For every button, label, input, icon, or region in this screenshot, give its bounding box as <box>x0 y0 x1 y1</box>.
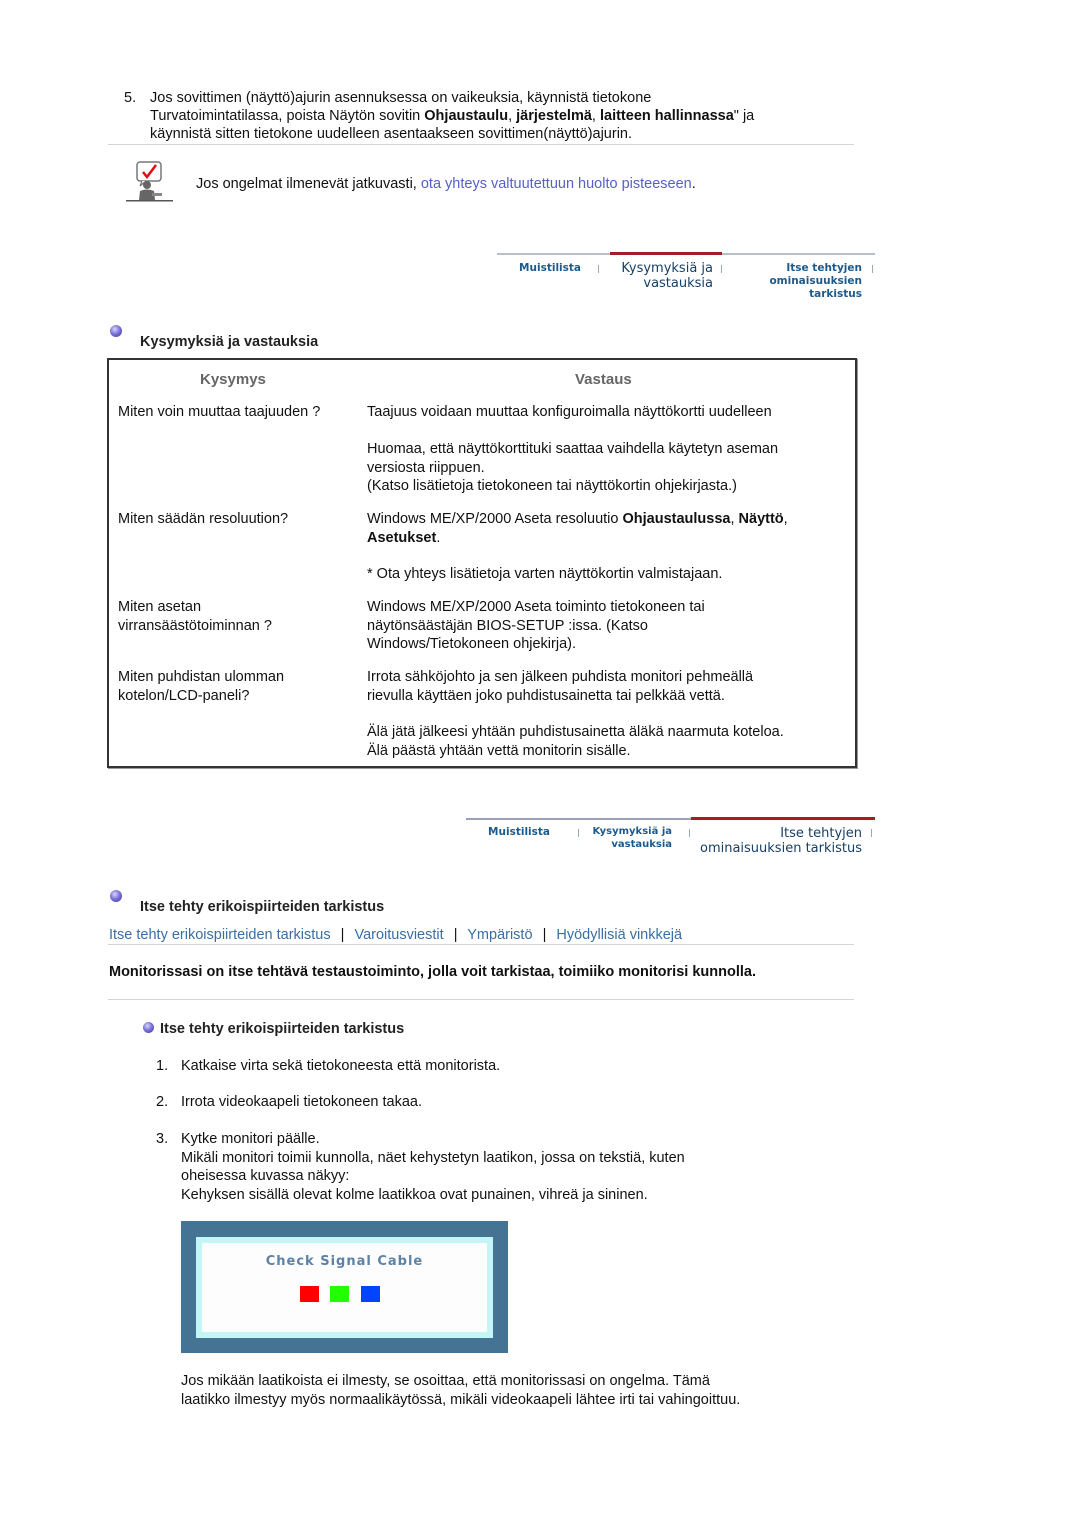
green-square <box>330 1286 349 1302</box>
divider <box>108 944 854 945</box>
step-number: 3. <box>156 1131 169 1147</box>
signal-box-text: Check Signal Cable <box>265 1254 424 1269</box>
section-nav-1: Muistilista Kysymyksiä ja vastauksia Itse… <box>497 252 875 301</box>
answer-cell: Taajuus voidaan muuttaa konfiguroimalla … <box>367 404 772 420</box>
step5-line1: Jos sovittimen (näyttö)ajurin asennukses… <box>150 90 652 106</box>
bullet-icon <box>143 1022 154 1033</box>
service-link[interactable]: ota yhteys valtuutettuun huolto pisteese… <box>421 176 692 192</box>
question-cell: Miten asetan virransäästötoiminnan ? <box>118 599 272 634</box>
checkmark-speech-person-icon <box>126 160 174 202</box>
step5-line2: Turvatoimintatilassa, poista Näytön sovi… <box>150 108 755 124</box>
link-separator: | <box>340 927 345 943</box>
column-header-question: Kysymys <box>200 371 266 388</box>
link-itse-tehty[interactable]: Itse tehty erikoispiirteiden tarkistus <box>109 927 331 943</box>
question-cell: Miten säädän resoluution? <box>118 511 289 527</box>
step-text: Irrota videokaapeli tietokoneen takaa. <box>181 1094 423 1110</box>
question-cell: Miten voin muuttaa taajuuden ? <box>118 404 321 420</box>
link-ymparisto[interactable]: Ympäristö <box>467 927 532 943</box>
tab-separator <box>871 829 872 837</box>
tab-separator <box>872 265 873 273</box>
red-square <box>300 1286 319 1302</box>
divider <box>108 999 854 1000</box>
answer-cell: Huomaa, että näyttökorttituki saattaa va… <box>367 441 779 494</box>
intro-text: Monitorissasi on itse tehtävä testaustoi… <box>109 964 756 980</box>
question-cell: Miten puhdistan ulomman kotelon/LCD-panel… <box>118 669 285 704</box>
subnav-links: Itse tehty erikoispiirteiden tarkistus |… <box>109 926 682 945</box>
bullet-icon <box>110 890 122 902</box>
link-varoitusviestit[interactable]: Varoitusviestit <box>354 927 443 943</box>
answer-cell: Windows ME/XP/2000 Aseta toiminto tietok… <box>367 599 705 652</box>
active-tab-indicator <box>691 817 875 820</box>
tab-itse-tehtyjen[interactable]: Itse tehtyjen ominaisuuksien tarkistus <box>725 262 862 301</box>
tab-itse-tehtyjen[interactable]: Itse tehtyjen ominaisuuksien tarkistus <box>694 826 862 856</box>
tab-separator <box>578 829 579 837</box>
step-number: 1. <box>156 1058 169 1074</box>
answer-cell: * Ota yhteys lisätietoja varten näyttöko… <box>367 566 723 582</box>
divider <box>108 144 854 145</box>
tab-muistilista[interactable]: Muistilista <box>497 262 581 275</box>
column-header-answer: Vastaus <box>575 371 632 388</box>
step-text: Kytke monitori päälle. Mikäli monitori to… <box>181 1131 685 1203</box>
step-text: Katkaise virta sekä tietokoneesta että m… <box>181 1058 501 1074</box>
bullet-icon <box>110 325 122 337</box>
tab-separator <box>598 265 599 273</box>
step-number: 5. <box>124 90 137 106</box>
section-title: Itse tehty erikoispiirteiden tarkistus <box>140 899 385 915</box>
link-hyodyllisia-vinkkeja[interactable]: Hyödyllisiä vinkkejä <box>556 927 682 943</box>
tab-separator <box>721 265 722 273</box>
note-text: Jos ongelmat ilmenevät jatkuvasti, ota y… <box>196 176 696 192</box>
active-tab-indicator <box>610 252 722 255</box>
tab-muistilista[interactable]: Muistilista <box>466 826 550 839</box>
step-number: 2. <box>156 1094 169 1110</box>
link-separator: | <box>542 927 547 943</box>
blue-square <box>361 1286 380 1302</box>
section-nav-2: Muistilista Kysymyksiä ja vastauksia Itse… <box>466 817 875 863</box>
subsection-title: Itse tehty erikoispiirteiden tarkistus <box>160 1021 405 1037</box>
footer-text: Jos mikään laatikoista ei ilmesty, se os… <box>181 1373 741 1408</box>
tab-kysymyksia[interactable]: Kysymyksiä ja vastauksia <box>586 825 672 851</box>
step5-line3: käynnistä sitten tietokone uudelleen ase… <box>150 126 633 142</box>
answer-cell: Irrota sähköjohto ja sen jälkeen puhdist… <box>367 669 754 704</box>
tab-separator <box>689 829 690 837</box>
tab-kysymyksia[interactable]: Kysymyksiä ja vastauksia <box>607 261 713 291</box>
section-title: Kysymyksiä ja vastauksia <box>140 334 319 350</box>
check-signal-cable-image: Check Signal Cable <box>181 1221 508 1353</box>
answer-cell: Windows ME/XP/2000 Aseta resoluutio Ohja… <box>367 511 788 546</box>
answer-cell: Älä jätä jälkeesi yhtään puhdistusainett… <box>367 724 784 759</box>
qa-table: Kysymys Vastaus Miten voin muuttaa taaju… <box>107 358 857 768</box>
link-separator: | <box>453 927 458 943</box>
